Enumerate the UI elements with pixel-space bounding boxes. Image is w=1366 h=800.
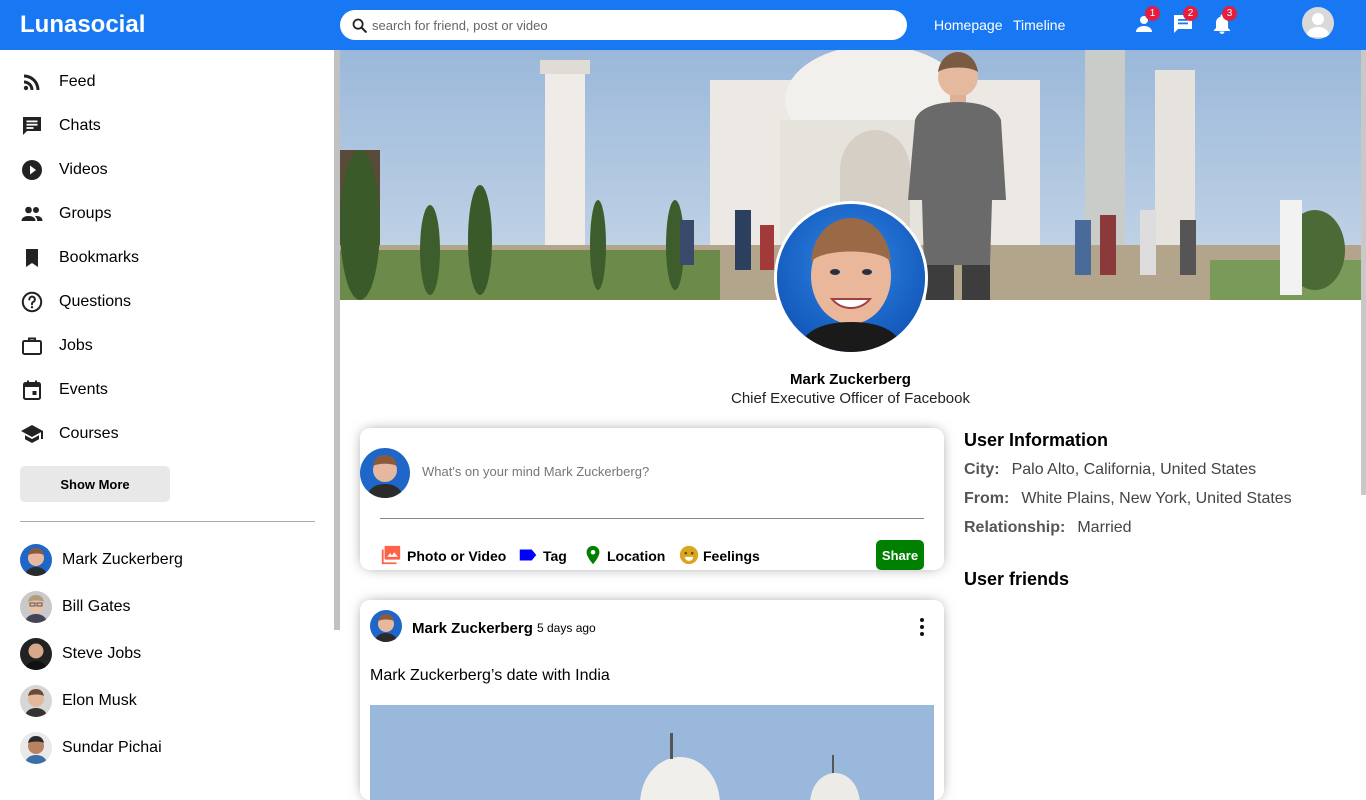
info-from: From: White Plains, New York, United Stat… bbox=[964, 490, 1292, 508]
friend-item-bill-gates[interactable]: Bill Gates bbox=[20, 591, 315, 623]
sidebar-item-jobs[interactable]: Jobs bbox=[20, 331, 315, 361]
avatar bbox=[360, 448, 410, 498]
post-text: Mark Zuckerberg’s date with India bbox=[370, 667, 610, 684]
top-bar: Lunasocial Homepage Timeline 1 2 3 bbox=[0, 0, 1366, 50]
sidebar-item-videos[interactable]: Videos bbox=[20, 155, 315, 185]
timeline-link[interactable]: Timeline bbox=[1013, 17, 1065, 33]
friend-name: Sundar Pichai bbox=[62, 739, 162, 756]
emoji-icon bbox=[679, 545, 699, 565]
friend-item-mark-zuckerberg[interactable]: Mark Zuckerberg bbox=[20, 544, 315, 576]
sidebar-divider bbox=[20, 521, 315, 522]
search-bar[interactable] bbox=[340, 10, 907, 40]
info-relationship: Relationship: Married bbox=[964, 519, 1132, 537]
avatar bbox=[20, 544, 52, 576]
friend-name: Steve Jobs bbox=[62, 645, 142, 662]
relationship-label: Relationship: bbox=[964, 519, 1066, 536]
sidebar-item-label: Chats bbox=[59, 117, 101, 134]
sidebar-item-groups[interactable]: Groups bbox=[20, 199, 315, 229]
search-icon bbox=[352, 18, 367, 33]
sidebar-item-bookmarks[interactable]: Bookmarks bbox=[20, 243, 315, 273]
friend-item-elon-musk[interactable]: Elon Musk bbox=[20, 685, 315, 717]
chat-icon bbox=[23, 117, 41, 135]
photo-or-video-option[interactable]: Photo or Video bbox=[380, 544, 507, 566]
more-vert-icon[interactable] bbox=[910, 615, 934, 639]
avatar[interactable] bbox=[370, 610, 402, 642]
option-label: Feelings bbox=[703, 548, 760, 564]
option-label: Location bbox=[607, 548, 666, 564]
user-avatar[interactable] bbox=[1302, 7, 1334, 39]
play-circle-icon bbox=[22, 160, 42, 180]
tag-option[interactable]: Tag bbox=[517, 544, 572, 566]
notifications-badge: 3 bbox=[1222, 6, 1237, 21]
friend-item-steve-jobs[interactable]: Steve Jobs bbox=[20, 638, 315, 670]
page-scrollbar[interactable] bbox=[1361, 50, 1366, 495]
sidebar-item-label: Videos bbox=[59, 161, 108, 178]
label-icon bbox=[519, 549, 537, 561]
homepage-link[interactable]: Homepage bbox=[934, 17, 1003, 33]
group-icon bbox=[21, 206, 43, 221]
sidebar-item-label: Groups bbox=[59, 205, 112, 222]
bookmark-icon bbox=[26, 249, 38, 267]
sidebar-item-label: Feed bbox=[59, 73, 96, 90]
option-label: Tag bbox=[543, 548, 567, 564]
rss-feed-icon bbox=[23, 74, 40, 91]
sidebar-item-label: Jobs bbox=[59, 337, 93, 354]
post-date: 5 days ago bbox=[537, 621, 596, 635]
avatar bbox=[20, 685, 52, 717]
user-friends-title: User friends bbox=[964, 569, 1070, 589]
status-input[interactable] bbox=[422, 464, 922, 479]
post-card: Mark Zuckerberg 5 days ago Mark Zuckerbe… bbox=[360, 600, 944, 800]
friend-name: Elon Musk bbox=[62, 692, 137, 709]
friend-name: Bill Gates bbox=[62, 598, 131, 615]
city-label: City: bbox=[964, 461, 1000, 478]
city-value: Palo Alto, California, United States bbox=[1011, 461, 1257, 478]
user-info-title: User Information bbox=[964, 430, 1109, 450]
sidebar-item-feed[interactable]: Feed bbox=[20, 67, 315, 97]
location-option[interactable]: Location bbox=[582, 544, 667, 566]
from-value: White Plains, New York, United States bbox=[1021, 490, 1292, 507]
profile-picture[interactable] bbox=[774, 201, 928, 355]
work-outline-icon bbox=[22, 337, 42, 355]
sidebar-item-label: Events bbox=[59, 381, 108, 398]
location-pin-icon bbox=[586, 545, 600, 565]
photo-library-icon bbox=[381, 545, 401, 565]
friend-item-sundar-pichai[interactable]: Sundar Pichai bbox=[20, 732, 315, 764]
friend-requests-badge: 1 bbox=[1145, 6, 1160, 21]
sidebar-item-events[interactable]: Events bbox=[20, 375, 315, 405]
feelings-option[interactable]: Feelings bbox=[678, 544, 763, 566]
avatar bbox=[20, 732, 52, 764]
avatar bbox=[20, 638, 52, 670]
relationship-value: Married bbox=[1077, 519, 1132, 536]
help-outline-icon bbox=[21, 291, 43, 313]
show-more-button[interactable]: Show More bbox=[20, 466, 170, 502]
event-icon bbox=[23, 380, 41, 400]
sidebar-item-chats[interactable]: Chats bbox=[20, 111, 315, 141]
share-box: Photo or Video Tag Location Feelings Sha… bbox=[360, 428, 944, 570]
sidebar-item-label: Courses bbox=[59, 425, 119, 442]
friend-name: Mark Zuckerberg bbox=[62, 551, 183, 568]
share-divider bbox=[380, 518, 924, 519]
avatar bbox=[20, 591, 52, 623]
option-label: Photo or Video bbox=[407, 548, 507, 564]
post-username[interactable]: Mark Zuckerberg bbox=[412, 620, 533, 637]
from-label: From: bbox=[964, 490, 1010, 507]
profile-name: Mark Zuckerberg bbox=[790, 371, 911, 388]
post-image[interactable] bbox=[370, 705, 934, 800]
info-city: City: Palo Alto, California, United State… bbox=[964, 461, 1256, 479]
search-input[interactable] bbox=[372, 10, 892, 40]
profile-description: Chief Executive Officer of Facebook bbox=[730, 390, 970, 407]
sidebar-item-label: Questions bbox=[59, 293, 132, 310]
default-avatar-icon bbox=[1306, 13, 1330, 37]
share-button[interactable]: Share bbox=[876, 540, 924, 570]
logo[interactable]: Lunasocial bbox=[20, 11, 145, 39]
sidebar-item-questions[interactable]: Questions bbox=[20, 287, 315, 317]
school-icon bbox=[21, 425, 43, 443]
messages-badge: 2 bbox=[1183, 6, 1198, 21]
sidebar-item-courses[interactable]: Courses bbox=[20, 419, 315, 449]
sidebar-item-label: Bookmarks bbox=[59, 249, 140, 266]
